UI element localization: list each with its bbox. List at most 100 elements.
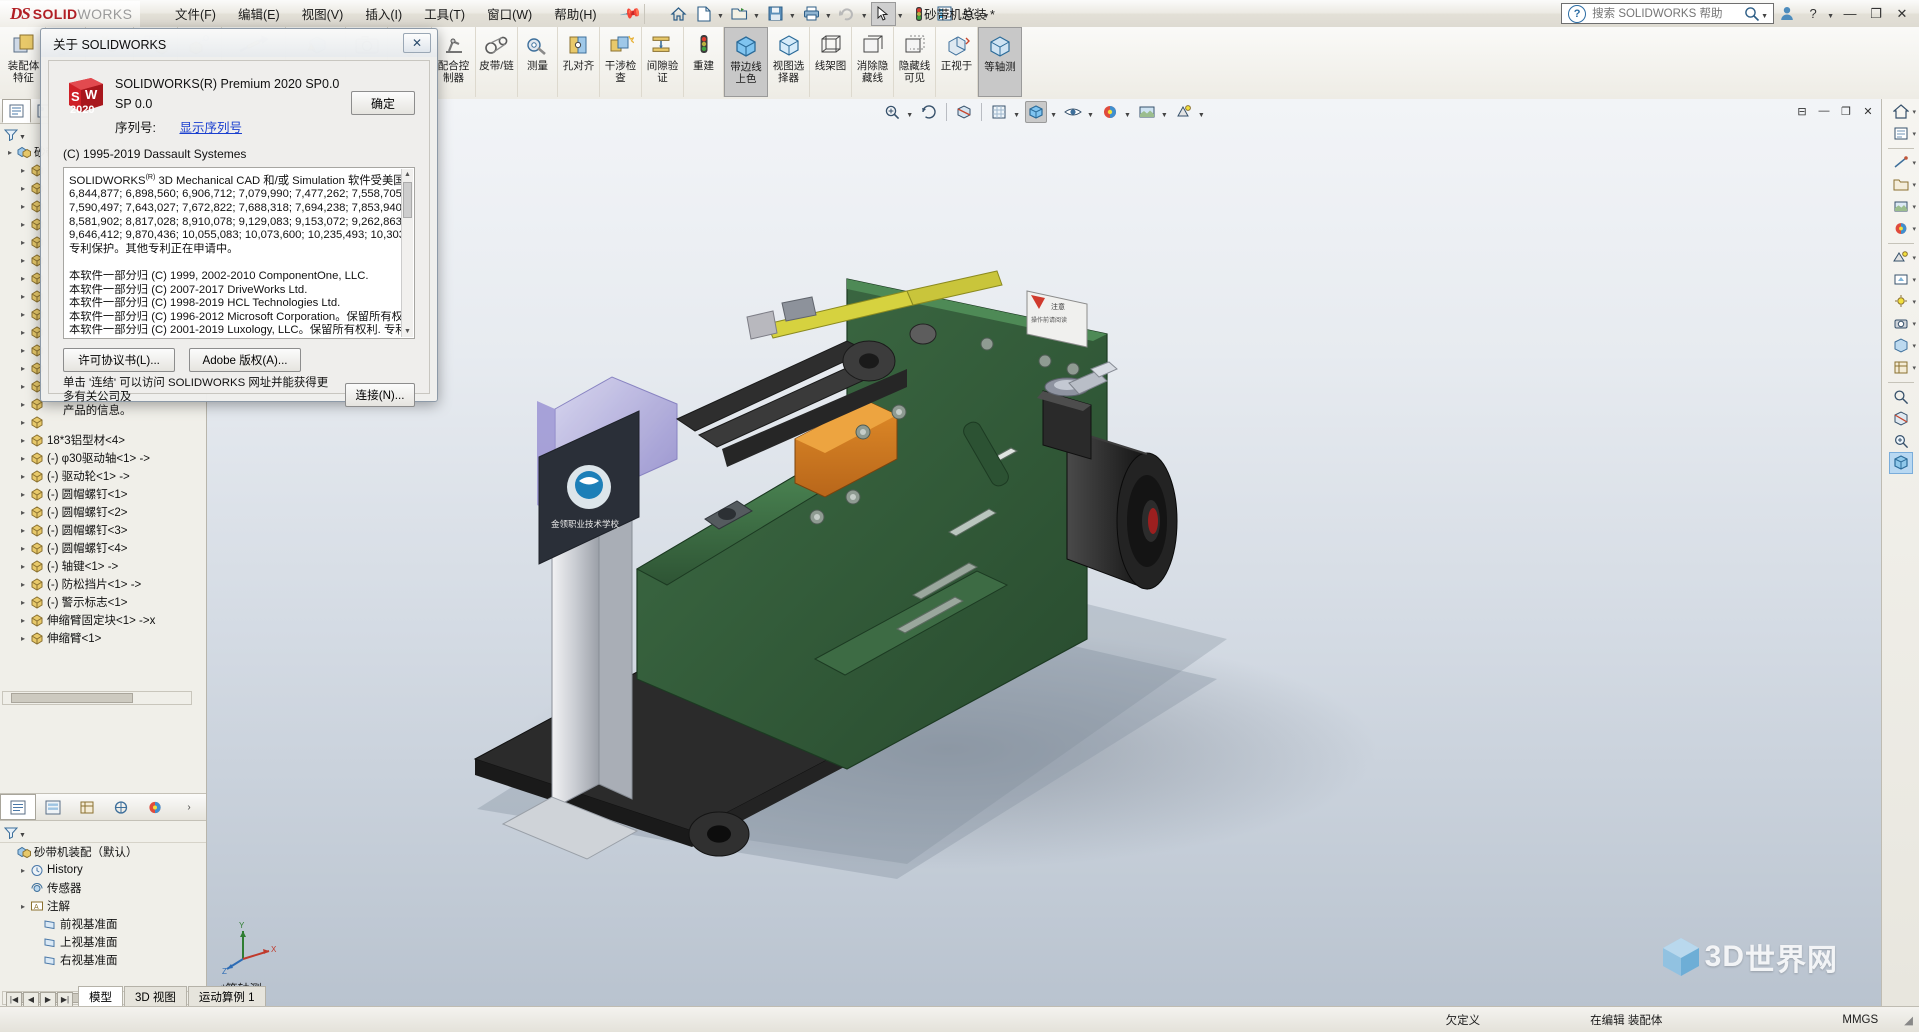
tree-expand-arrow-icon[interactable]: ▸ [17, 346, 29, 355]
ribbon-hole-alignment[interactable]: 孔对齐 [558, 27, 600, 97]
ribbon-belt-chain[interactable]: 皮带/链 [476, 27, 518, 97]
right-toolbar-dropdown-icon[interactable]: ▾ [1912, 159, 1916, 167]
tree-expand-arrow-icon[interactable]: ▸ [17, 508, 29, 517]
graphics-viewport[interactable]: ▼ ▼ ▼ ▼ ▼ ▼ ▼ ⊟ — ❐ ✕ 金领职业技术学校 注意 操作前请阅读… [207, 99, 1882, 1007]
right-view-home-icon[interactable] [1889, 101, 1913, 123]
tree-item[interactable]: 右视基准面 [0, 951, 206, 969]
license-scrollbar-thumb[interactable] [403, 182, 412, 218]
display-style-dropdown-icon[interactable]: ▼ [1050, 112, 1057, 119]
ribbon-hidden-lines-removed[interactable]: 消除隐 藏线 [852, 27, 894, 97]
search-input[interactable] [1590, 6, 1745, 21]
lower-tab-property-manager[interactable] [36, 795, 70, 819]
tree-expand-arrow-icon[interactable]: ▸ [17, 580, 29, 589]
tree-item[interactable]: ▸ (-) 圆帽螺钉<2> [0, 503, 206, 521]
menu-tools[interactable]: 工具(T) [413, 0, 476, 27]
right-view-model-icon[interactable] [1888, 451, 1913, 474]
new-document-dropdown-icon[interactable]: ▼ [717, 13, 724, 20]
tab-3d-views[interactable]: 3D 视图 [124, 986, 187, 1007]
tree-expand-arrow-icon[interactable]: ▸ [17, 436, 29, 445]
right-toolbar-dropdown-icon[interactable]: ▾ [1912, 203, 1916, 211]
save-dropdown-icon[interactable]: ▼ [789, 13, 796, 20]
tree-expand-arrow-icon[interactable]: ▸ [17, 256, 29, 265]
tree-expand-arrow-icon[interactable]: ▸ [17, 562, 29, 571]
tree-expand-arrow-icon[interactable]: ▸ [17, 220, 29, 229]
tree-item[interactable]: ▸ (-) 驱动轮<1> -> [0, 467, 206, 485]
search-dropdown-icon[interactable]: ▼ [1761, 13, 1768, 20]
lower-tab-configuration-manager[interactable] [70, 795, 104, 819]
right-view-appearance-icon[interactable] [1889, 218, 1913, 240]
license-text-scrollbar[interactable]: ▲ ▼ [401, 169, 413, 337]
undo-icon[interactable] [835, 2, 860, 26]
menu-help[interactable]: 帮助(H) [543, 0, 607, 27]
right-toolbar-dropdown-icon[interactable]: ▾ [1912, 364, 1916, 372]
tree-expand-arrow-icon[interactable]: ▸ [17, 902, 29, 911]
tree-item[interactable]: 砂带机装配（默认） [0, 843, 206, 861]
help-question-button[interactable]: ? [1800, 4, 1826, 24]
scroll-up-icon[interactable]: ▲ [402, 169, 413, 180]
ribbon-shaded-with-edges[interactable]: 带边线 上色 [724, 27, 768, 97]
right-view-decal-icon[interactable] [1889, 269, 1913, 291]
appearance-dropdown-icon[interactable]: ▼ [1124, 112, 1131, 119]
right-view-camera-icon[interactable] [1889, 313, 1913, 335]
tree-expand-arrow-icon[interactable]: ▸ [17, 166, 29, 175]
tree-expand-arrow-icon[interactable]: ▸ [17, 418, 29, 427]
menu-insert[interactable]: 插入(I) [354, 0, 413, 27]
belt-sander-assembly-model[interactable]: 金领职业技术学校 注意 操作前请阅读 [207, 119, 1882, 999]
options-dropdown-icon[interactable]: ▼ [983, 13, 990, 20]
close-button[interactable]: ✕ [1889, 4, 1915, 24]
tab-feature-manager[interactable] [2, 99, 31, 123]
select-dropdown-icon[interactable]: ▼ [897, 13, 904, 20]
tree-expand-arrow-icon[interactable]: ▸ [17, 866, 29, 875]
tree-expand-arrow-icon[interactable]: ▸ [17, 526, 29, 535]
tree-item[interactable]: ▸ (-) 圆帽螺钉<4> [0, 539, 206, 557]
right-view-render-icon[interactable] [1889, 335, 1913, 357]
right-view-folder-icon[interactable] [1889, 174, 1913, 196]
options-list-icon[interactable] [932, 2, 957, 26]
minimize-button[interactable]: — [1837, 4, 1863, 24]
lower-filter-dropdown-icon[interactable]: ▼ [19, 832, 26, 839]
right-view-light-icon[interactable] [1889, 291, 1913, 313]
user-icon[interactable] [1774, 4, 1800, 24]
tab-nav-prev[interactable]: ◀ [23, 992, 39, 1007]
lower-filter-icon[interactable] [4, 826, 18, 839]
tree-item[interactable]: ▸ History [0, 861, 206, 879]
tree-expand-arrow-icon[interactable]: ▸ [17, 382, 29, 391]
doc-restore-button[interactable]: ❐ [1836, 102, 1856, 120]
tab-model[interactable]: 模型 [78, 986, 123, 1007]
tree-expand-arrow-icon[interactable]: ▸ [17, 472, 29, 481]
menu-window[interactable]: 窗口(W) [476, 0, 543, 27]
tree-expand-arrow-icon[interactable]: ▸ [17, 310, 29, 319]
right-view-scene-icon[interactable] [1889, 247, 1913, 269]
tree-item[interactable]: ▸ (-) 圆帽螺钉<3> [0, 521, 206, 539]
tree-horizontal-scrollbar[interactable] [2, 691, 192, 705]
right-toolbar-dropdown-icon[interactable]: ▾ [1912, 276, 1916, 284]
print-dropdown-icon[interactable]: ▼ [825, 13, 832, 20]
connect-button[interactable]: 连接(N)... [345, 383, 415, 407]
ribbon-clearance-verification[interactable]: 间隙验证 [642, 27, 684, 97]
tree-expand-arrow-icon[interactable]: ▸ [17, 598, 29, 607]
lower-tab-more[interactable]: › [172, 795, 206, 819]
ok-button[interactable]: 确定 [351, 91, 415, 115]
tab-nav-next[interactable]: ▶ [40, 992, 56, 1007]
new-document-icon[interactable] [691, 2, 716, 26]
ribbon-isometric[interactable]: 等轴测 [978, 27, 1022, 97]
tree-expand-arrow-icon[interactable]: ▸ [17, 184, 29, 193]
right-toolbar-dropdown-icon[interactable]: ▾ [1912, 130, 1916, 138]
help-dropdown-icon[interactable]: ▼ [1827, 13, 1834, 20]
adobe-copyright-button[interactable]: Adobe 版权(A)... [189, 348, 301, 372]
right-toolbar-dropdown-icon[interactable]: ▾ [1912, 342, 1916, 350]
lower-tree-filter-bar[interactable]: ▼ [0, 822, 206, 843]
save-icon[interactable] [763, 2, 788, 26]
tab-motion-study-1[interactable]: 运动算例 1 [187, 986, 266, 1007]
tree-expand-arrow-icon[interactable]: ▸ [4, 148, 16, 157]
right-toolbar-dropdown-icon[interactable]: ▾ [1912, 254, 1916, 262]
tree-item[interactable]: ▸ (-) 警示标志<1> [0, 593, 206, 611]
menu-file[interactable]: 文件(F) [164, 0, 227, 27]
tree-item[interactable]: ▸ (-) 圆帽螺钉<1> [0, 485, 206, 503]
tree-item[interactable]: 前视基准面 [0, 915, 206, 933]
hide-show-dropdown-icon[interactable]: ▼ [1087, 112, 1094, 119]
right-toolbar-dropdown-icon[interactable]: ▾ [1912, 298, 1916, 306]
tree-expand-arrow-icon[interactable]: ▸ [17, 202, 29, 211]
ribbon-wireframe[interactable]: 线架图 [810, 27, 852, 97]
gear-icon[interactable] [957, 2, 982, 26]
